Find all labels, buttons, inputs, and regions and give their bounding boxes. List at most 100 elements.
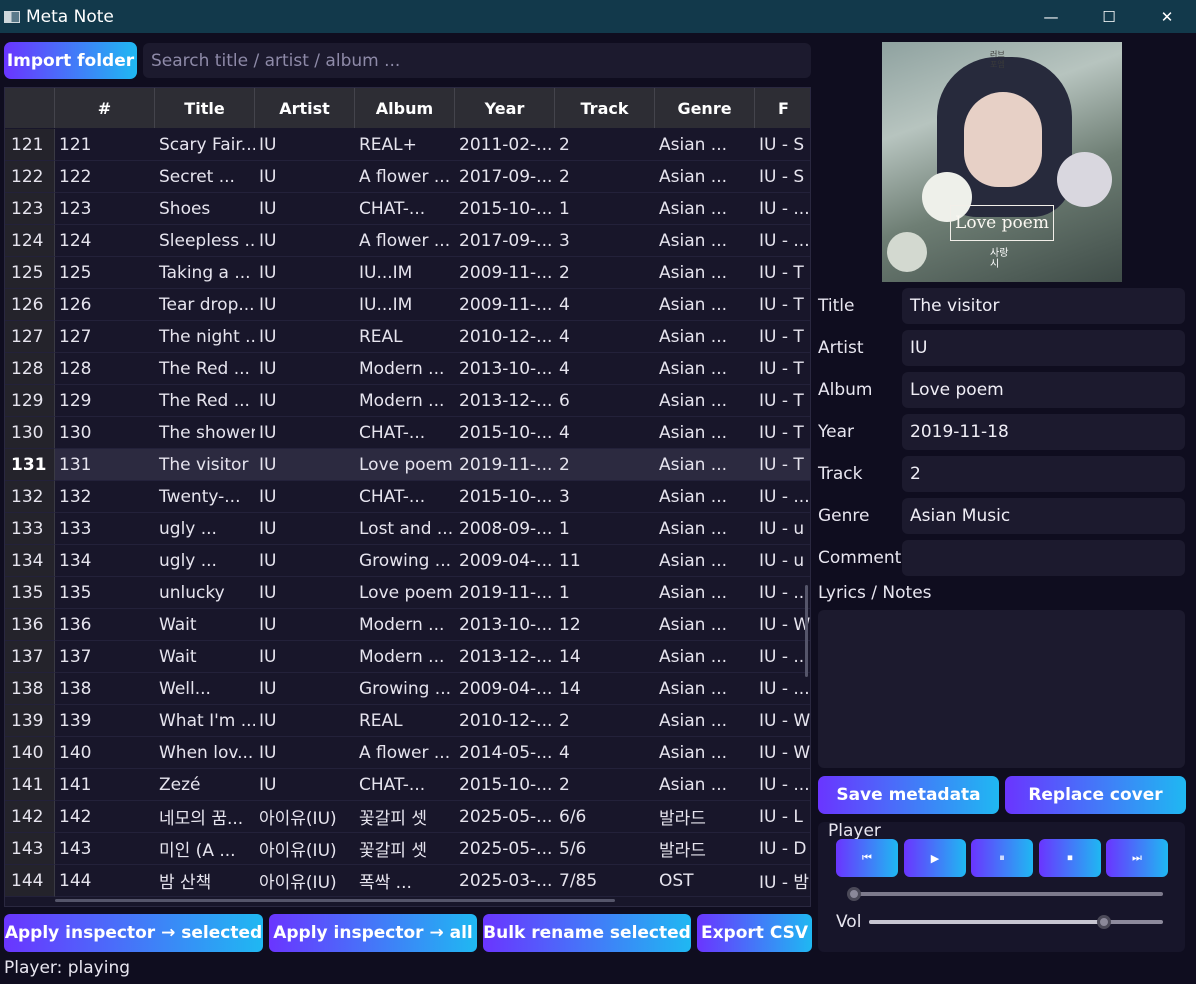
row-number[interactable]: 132 [5,481,55,513]
pause-button[interactable]: ⏸ [971,839,1033,877]
cell-genre[interactable]: Asian ... [655,193,755,225]
cell-track[interactable]: 4 [555,289,655,321]
cell-artist[interactable]: 아이유(IU) [255,865,355,897]
cell-id[interactable]: 126 [55,289,155,321]
table-row[interactable]: 132 132 Twenty-... IU CHAT-... 2015-10-... 3 As… [5,481,810,513]
cell-title[interactable]: Tear drop... [155,289,255,321]
cell-artist[interactable]: IU [255,481,355,513]
cell-album[interactable]: Love poem [355,577,455,609]
row-number[interactable]: 139 [5,705,55,737]
cell-year[interactable]: 2013-12-... [455,385,555,417]
cell-file[interactable]: IU - W [755,705,810,737]
cell-album[interactable]: A flower ... [355,737,455,769]
cell-file[interactable]: IU - ... [755,225,810,257]
cell-id[interactable]: 144 [55,865,155,897]
cell-id[interactable]: 136 [55,609,155,641]
row-number[interactable]: 125 [5,257,55,289]
row-number[interactable]: 124 [5,225,55,257]
cell-year[interactable]: 2025-05-... [455,801,555,833]
next-button[interactable]: ⏭ [1106,839,1168,877]
cell-genre[interactable]: Asian ... [655,673,755,705]
row-number[interactable]: 133 [5,513,55,545]
cell-album[interactable]: Love poem [355,449,455,481]
table-row[interactable]: 141 141 Zezé IU CHAT-... 2015-10-... 2 Asian ..… [5,769,810,801]
cell-artist[interactable]: IU [255,129,355,161]
cell-file[interactable]: IU - u [755,513,810,545]
cell-album[interactable]: CHAT-... [355,769,455,801]
header-title[interactable]: Title [155,88,255,128]
comment-field[interactable] [902,540,1185,576]
cell-genre[interactable]: Asian ... [655,257,755,289]
cell-title[interactable]: Zezé [155,769,255,801]
row-number[interactable]: 123 [5,193,55,225]
row-number[interactable]: 131 [5,449,55,481]
table-row[interactable]: 134 134 ugly ... IU Growing ... 2009-04-... 11… [5,545,810,577]
minimize-button[interactable]: — [1022,0,1080,33]
cell-title[interactable]: Wait [155,641,255,673]
cell-title[interactable]: Well... [155,673,255,705]
cell-id[interactable]: 128 [55,353,155,385]
row-number[interactable]: 122 [5,161,55,193]
cell-artist[interactable]: IU [255,609,355,641]
cell-album[interactable]: IU...IM [355,257,455,289]
cell-id[interactable]: 137 [55,641,155,673]
cell-year[interactable]: 2015-10-... [455,769,555,801]
cell-artist[interactable]: IU [255,225,355,257]
table-row[interactable]: 143 143 미인 (A ... 아이유(IU) 꽃갈피 셋 2025-05-... 5/… [5,833,810,865]
cell-genre[interactable]: Asian ... [655,577,755,609]
play-button[interactable]: ▶ [904,839,966,877]
cell-id[interactable]: 138 [55,673,155,705]
cell-album[interactable]: CHAT-... [355,481,455,513]
apply-inspector-all-button[interactable]: Apply inspector → all [269,914,477,952]
cell-file[interactable]: IU - ... [755,481,810,513]
row-number[interactable]: 121 [5,129,55,161]
cell-id[interactable]: 122 [55,161,155,193]
cell-id[interactable]: 143 [55,833,155,865]
cell-id[interactable]: 132 [55,481,155,513]
cell-artist[interactable]: IU [255,673,355,705]
row-number[interactable]: 130 [5,417,55,449]
horizontal-scrollbar[interactable] [55,899,615,902]
cell-artist[interactable]: IU [255,353,355,385]
import-folder-button[interactable]: Import folder [4,42,137,79]
cell-id[interactable]: 141 [55,769,155,801]
table-row[interactable]: 128 128 The Red ... IU Modern ... 2013-10-...… [5,353,810,385]
cell-track[interactable]: 4 [555,737,655,769]
cell-title[interactable]: When lov... [155,737,255,769]
cell-title[interactable]: The Red ... [155,353,255,385]
cell-id[interactable]: 142 [55,801,155,833]
cell-file[interactable]: IU - ... [755,193,810,225]
cell-title[interactable]: 밤 산책 [155,865,255,897]
cell-file[interactable]: IU - T [755,353,810,385]
cell-genre[interactable]: 발라드 [655,833,755,865]
notes-textarea[interactable] [818,610,1185,768]
cell-genre[interactable]: Asian ... [655,481,755,513]
cell-artist[interactable]: IU [255,705,355,737]
row-number[interactable]: 135 [5,577,55,609]
cell-title[interactable]: unlucky [155,577,255,609]
cell-id[interactable]: 125 [55,257,155,289]
cell-artist[interactable]: IU [255,449,355,481]
cell-file[interactable]: IU - T [755,417,810,449]
row-number[interactable]: 128 [5,353,55,385]
cell-file[interactable]: IU - W [755,737,810,769]
cell-genre[interactable]: Asian ... [655,129,755,161]
cell-track[interactable]: 4 [555,321,655,353]
row-number[interactable]: 136 [5,609,55,641]
cell-track[interactable]: 2 [555,769,655,801]
seek-slider[interactable] [848,892,1163,896]
table-row[interactable]: 135 135 unlucky IU Love poem 2019-11-... 1 Asia… [5,577,810,609]
cell-track[interactable]: 3 [555,225,655,257]
cell-title[interactable]: Twenty-... [155,481,255,513]
cell-artist[interactable]: IU [255,289,355,321]
cell-file[interactable]: IU - L [755,801,810,833]
cell-artist[interactable]: 아이유(IU) [255,833,355,865]
cell-genre[interactable]: Asian ... [655,161,755,193]
table-row[interactable]: 124 124 Sleepless ... IU A flower ... 2017-09… [5,225,810,257]
cell-album[interactable]: 폭싹 ... [355,865,455,897]
header-file[interactable]: F [755,88,810,128]
cell-genre[interactable]: 발라드 [655,801,755,833]
cell-artist[interactable]: IU [255,769,355,801]
cell-year[interactable]: 2010-12-... [455,705,555,737]
cell-album[interactable]: Growing ... [355,545,455,577]
